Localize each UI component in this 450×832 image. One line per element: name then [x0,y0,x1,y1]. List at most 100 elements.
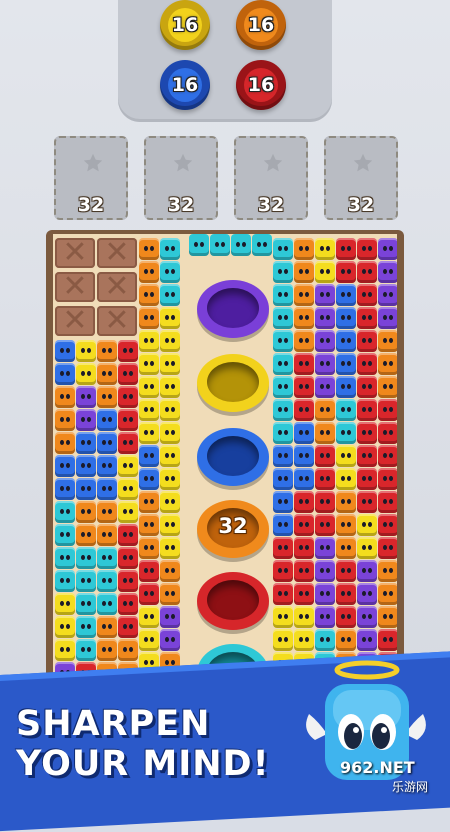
color-block [273,445,293,467]
color-block [336,514,356,536]
color-block [97,616,117,638]
color-block [315,606,335,628]
color-block [336,307,356,329]
color-block [315,491,335,513]
color-block [294,330,314,352]
color-block [357,261,377,283]
color-block [118,616,138,638]
color-block [160,353,180,375]
color-block [294,445,314,467]
color-block [160,537,180,559]
color-block [139,307,159,329]
color-block [294,606,314,628]
color-block [55,524,75,546]
blocked-cell: ✕ [97,238,137,268]
color-block [357,537,377,559]
color-block [273,307,293,329]
color-block [118,547,138,569]
color-block [273,537,293,559]
coin-count: 16 [168,68,202,102]
color-block [76,340,96,362]
color-block [357,491,377,513]
color-block [76,478,96,500]
color-hole-yellow[interactable] [197,354,269,412]
star-icon [263,153,283,172]
color-block [378,468,397,490]
blocked-cell: ✕ [97,306,137,336]
color-block [55,593,75,615]
color-block [357,514,377,536]
color-block [357,583,377,605]
color-block [118,432,138,454]
watermark-brand: 962.NET [340,758,415,777]
color-block [160,491,180,513]
color-block [97,340,117,362]
empty-slot[interactable]: 32 [54,136,128,220]
color-block [378,238,397,260]
color-block [97,455,117,477]
color-block [357,606,377,628]
color-hole-blue[interactable] [197,428,269,486]
color-block [336,445,356,467]
color-block [273,468,293,490]
game-board: ✕ ✕ ✕ ✕ ✕ ✕ 32 [46,230,404,690]
color-block [76,363,96,385]
empty-slot[interactable]: 32 [324,136,398,220]
color-hole-purple[interactable] [197,280,269,338]
color-block [273,491,293,513]
coin-count: 16 [168,8,202,42]
color-block [336,491,356,513]
color-block [160,560,180,582]
color-block [294,514,314,536]
board-grid: ✕ ✕ ✕ ✕ ✕ ✕ 32 [53,234,397,690]
color-block [97,570,117,592]
empty-slot[interactable]: 32 [144,136,218,220]
color-block [294,468,314,490]
color-block [315,238,335,260]
color-hole-red[interactable] [197,572,269,630]
color-block [139,261,159,283]
color-block [357,399,377,421]
color-block [273,353,293,375]
color-block [273,399,293,421]
color-block [55,570,75,592]
color-block [118,363,138,385]
star-icon [173,153,193,172]
color-block [76,524,96,546]
color-block [315,537,335,559]
color-block [160,629,180,651]
color-block [336,399,356,421]
color-block [97,409,117,431]
color-block [139,560,159,582]
blocked-cell: ✕ [97,272,137,302]
color-block [336,629,356,651]
color-block [160,307,180,329]
color-block [378,583,397,605]
color-block [315,307,335,329]
color-block [315,399,335,421]
color-block [160,583,180,605]
blocked-cell: ✕ [55,238,95,268]
color-block [378,284,397,306]
color-block [76,593,96,615]
color-block [378,445,397,467]
color-block [273,261,293,283]
color-block [139,399,159,421]
color-block [160,606,180,628]
color-block [294,376,314,398]
color-block [139,445,159,467]
color-block [315,422,335,444]
color-block [357,629,377,651]
color-block [160,468,180,490]
color-block [55,547,75,569]
color-block [378,537,397,559]
star-icon [353,153,373,172]
color-block [76,432,96,454]
color-block [378,629,397,651]
color-block [357,445,377,467]
color-block [336,238,356,260]
color-hole-orange[interactable]: 32 [197,500,269,558]
empty-slot[interactable]: 32 [234,136,308,220]
color-block [336,606,356,628]
color-block [294,399,314,421]
